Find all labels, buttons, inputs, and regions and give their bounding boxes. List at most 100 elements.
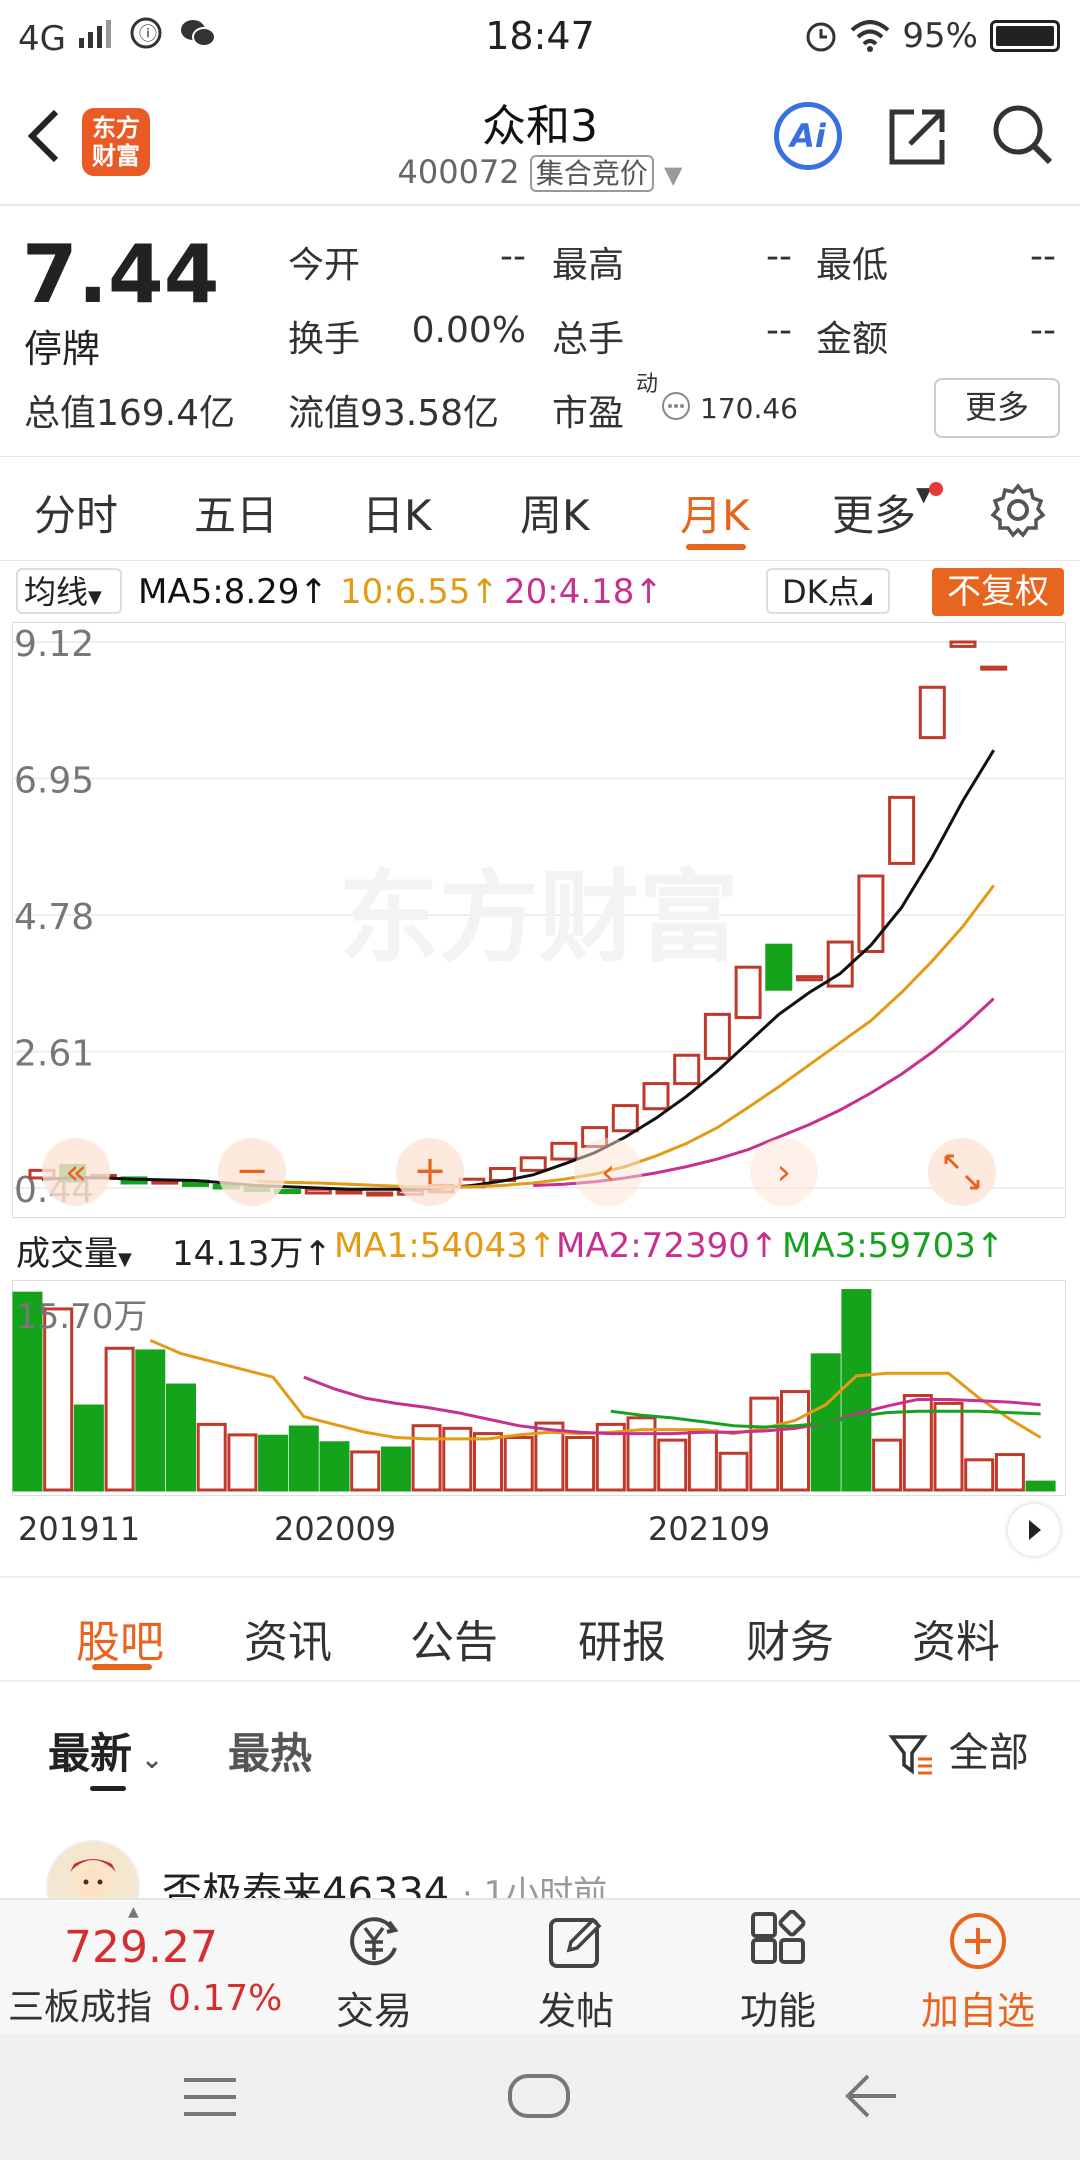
chevron-left-icon: ‹: [601, 1152, 615, 1193]
share-icon[interactable]: [886, 104, 950, 168]
gear-icon[interactable]: [990, 482, 1046, 538]
plus-circle-icon: [950, 1913, 1006, 1969]
info-dots-icon[interactable]: [660, 390, 692, 422]
tab-guba[interactable]: 股吧: [76, 1606, 164, 1670]
menu-icon[interactable]: [180, 2072, 240, 2122]
fullscreen-button[interactable]: [928, 1138, 996, 1206]
tab-intraday[interactable]: 分时: [34, 482, 118, 543]
low-label: 最低: [816, 245, 889, 286]
play-icon: [1029, 1520, 1041, 1540]
sort-hot[interactable]: 最热: [228, 1720, 312, 1781]
candle: [918, 685, 946, 740]
volume-bar: [872, 1438, 903, 1492]
index-name[interactable]: 三板成指: [8, 1978, 152, 2030]
add-watchlist-label: 加自选: [920, 1989, 1035, 2033]
scroll-prev-button[interactable]: ‹: [574, 1138, 642, 1206]
back-icon[interactable]: [840, 2070, 900, 2122]
index-value[interactable]: 729.27: [64, 1922, 218, 1973]
chevron-right-icon: ›: [777, 1152, 791, 1193]
active-tab-indicator: [686, 544, 746, 550]
volume-bar: [227, 1433, 258, 1492]
divider: [0, 560, 1080, 561]
open-value: --: [500, 236, 526, 277]
volume-bar: [380, 1446, 411, 1492]
y-tick-label: 2.61: [14, 1034, 94, 1075]
volume-bar: [473, 1432, 503, 1492]
dropdown-triangle-icon: ▼: [118, 1249, 132, 1270]
home-icon[interactable]: [506, 2070, 572, 2122]
post-button[interactable]: 发帖: [516, 1910, 636, 2035]
post-label: 发帖: [537, 1989, 614, 2033]
volume-bar: [687, 1429, 718, 1492]
candle: [888, 795, 916, 865]
volume-max-label: 15.70万: [16, 1297, 147, 1337]
pe-superscript: 动: [636, 372, 659, 397]
chart-watermark: 东方财富: [339, 859, 739, 976]
tab-day-k[interactable]: 日K: [362, 482, 432, 543]
caret-up-icon: ▲: [128, 1904, 139, 1920]
zoom-out-button[interactable]: −: [218, 1138, 286, 1206]
play-button[interactable]: [1008, 1504, 1060, 1556]
volume-selector[interactable]: 成交量▼: [16, 1226, 132, 1275]
divider: [0, 204, 1080, 206]
y-tick-label: 9.12: [14, 624, 94, 665]
search-icon[interactable]: [990, 102, 1054, 166]
total-cap: 总值169.4亿: [24, 393, 236, 434]
system-nav-bar: [0, 2034, 1080, 2160]
add-watchlist-button[interactable]: 加自选: [918, 1910, 1038, 2035]
more-quote-button[interactable]: 更多: [934, 378, 1060, 438]
sort-latest[interactable]: 最新 ⌄: [48, 1720, 163, 1781]
chevron-down-icon: ⌄: [132, 1745, 163, 1775]
volume-bar: [1025, 1480, 1056, 1492]
tab-more[interactable]: 更多▼: [832, 482, 931, 543]
candle: [673, 1053, 701, 1086]
header: 东方 财富 众和3 400072 集合竞价 ▼ Ai: [0, 72, 1080, 204]
volume-bar: [503, 1436, 534, 1492]
volume-bar: [166, 1383, 196, 1492]
candle: [765, 943, 793, 991]
volume-bar: [288, 1425, 319, 1492]
volume-bar: [411, 1424, 442, 1492]
grid-icon: [751, 1909, 806, 1964]
battery-percent: 95%: [902, 16, 978, 56]
tab-month-k[interactable]: 月K: [680, 482, 750, 543]
filter-icon: [888, 1735, 932, 1775]
candle: [857, 874, 885, 953]
tab-profile[interactable]: 资料: [912, 1606, 1000, 1670]
candle: [703, 1012, 731, 1060]
notification-dot: [929, 482, 943, 496]
volume-selector-label: 成交量: [16, 1234, 118, 1274]
dk-selector[interactable]: DK点◢: [766, 568, 890, 614]
adjust-button[interactable]: 不复权: [932, 568, 1064, 616]
tab-research[interactable]: 研报: [578, 1606, 666, 1670]
tab-week-k[interactable]: 周K: [520, 482, 590, 543]
candle: [734, 965, 762, 1020]
ai-button[interactable]: Ai: [774, 102, 842, 170]
scroll-next-button[interactable]: ›: [750, 1138, 818, 1206]
ma20-value: 20:4.18↑: [504, 572, 663, 612]
minus-icon: −: [235, 1148, 269, 1194]
active-section-indicator: [92, 1664, 152, 1670]
filter-button[interactable]: 全部: [888, 1720, 1029, 1779]
tab-five-day[interactable]: 五日: [194, 482, 278, 543]
scroll-left-button[interactable]: «: [42, 1138, 110, 1206]
tab-announcements[interactable]: 公告: [410, 1606, 498, 1670]
sort-latest-label: 最新: [48, 1729, 133, 1778]
kline-chart[interactable]: 东方财富 9.126.954.782.610.44 « − + ‹ ›: [12, 622, 1066, 1218]
filter-label: 全部: [948, 1730, 1029, 1776]
ma-selector[interactable]: 均线▼: [16, 568, 122, 614]
low-value: --: [1030, 236, 1056, 277]
zoom-in-button[interactable]: +: [396, 1138, 464, 1206]
current-price: 7.44: [22, 228, 220, 321]
ma5-value: MA5:8.29↑: [138, 572, 328, 612]
tab-news[interactable]: 资讯: [244, 1606, 332, 1670]
status-bar: 4G ⓘ 18:47 95%: [0, 0, 1080, 72]
battery-icon: [990, 20, 1060, 52]
trade-button[interactable]: 交易: [314, 1910, 434, 2035]
volume-chart[interactable]: 15.70万: [12, 1280, 1066, 1496]
divider: [0, 1680, 1080, 1682]
candle: [366, 1191, 394, 1197]
tab-finance[interactable]: 财务: [746, 1606, 834, 1670]
float-cap: 流值93.58亿: [288, 393, 500, 434]
function-button[interactable]: 功能: [718, 1909, 838, 2035]
